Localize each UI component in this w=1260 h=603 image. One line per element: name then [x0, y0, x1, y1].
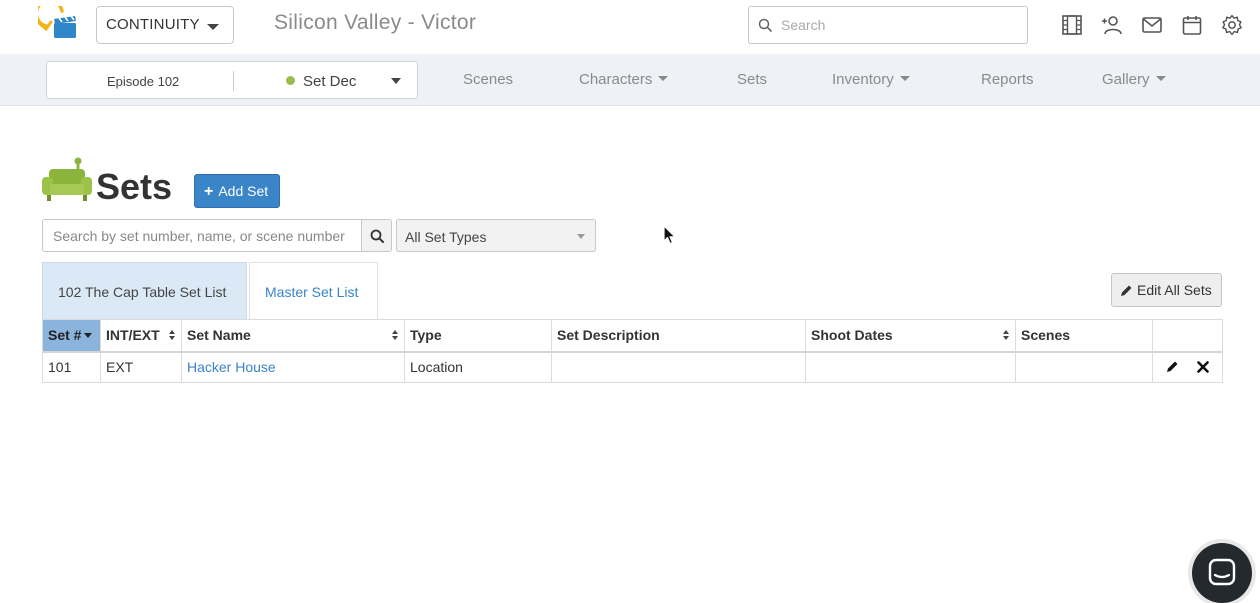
chat-launcher-button[interactable]: [1192, 543, 1252, 603]
cell-type: Location: [404, 351, 552, 383]
episode-label[interactable]: Episode 102: [107, 74, 179, 89]
column-label: Type: [410, 327, 442, 344]
cell-scenes: [1015, 351, 1153, 383]
add-user-icon[interactable]: [1101, 14, 1123, 36]
mail-icon[interactable]: [1141, 14, 1163, 36]
set-type-value: All Set Types: [405, 229, 487, 245]
nav-sets[interactable]: Sets: [737, 71, 767, 88]
column-header-set-description: Set Description: [551, 319, 806, 353]
column-header-actions: [1152, 319, 1223, 353]
edit-all-sets-label: Edit All Sets: [1137, 282, 1212, 298]
set-search-field[interactable]: [42, 219, 362, 252]
global-search[interactable]: [748, 6, 1028, 44]
plus-icon: +: [204, 183, 214, 200]
chevron-down-icon: [577, 234, 585, 239]
set-search-input[interactable]: [51, 227, 355, 245]
film-icon[interactable]: [1061, 14, 1083, 36]
set-name-link[interactable]: Hacker House: [187, 359, 276, 375]
set-search-button[interactable]: [361, 219, 392, 252]
nav-inventory-label: Inventory: [832, 71, 894, 88]
chevron-down-icon: [1155, 76, 1166, 81]
nav-sets-label: Sets: [737, 71, 768, 88]
cell-set-description: [551, 351, 806, 383]
delete-row-button[interactable]: [1197, 360, 1209, 376]
nav-reports-label: Reports: [981, 71, 1034, 88]
column-header-int-ext[interactable]: INT/EXT: [100, 319, 182, 353]
cell-set-name: Hacker House: [181, 351, 405, 383]
module-selector[interactable]: CONTINUITY: [96, 6, 234, 44]
secondary-nav: Episode 102 Set Dec Scenes Characters Se…: [0, 54, 1260, 106]
module-label: CONTINUITY: [106, 16, 200, 33]
table-row: 101 EXT Hacker House Location: [42, 351, 1223, 383]
chevron-down-icon[interactable]: [391, 78, 401, 84]
column-label: INT/EXT: [106, 327, 160, 344]
department-label[interactable]: Set Dec: [303, 73, 356, 90]
page-title: Sets: [96, 166, 173, 207]
divider: [233, 71, 234, 91]
nav-reports[interactable]: Reports: [981, 71, 1034, 88]
pencil-icon: [1167, 361, 1178, 372]
chevron-down-icon: [899, 76, 910, 81]
column-label: Scenes: [1021, 327, 1071, 344]
episode-department-selector[interactable]: Episode 102 Set Dec: [46, 61, 418, 99]
add-set-label: Add Set: [218, 183, 269, 199]
column-header-shoot-dates[interactable]: Shoot Dates: [805, 319, 1016, 353]
sort-icon: [392, 330, 398, 342]
column-label: Shoot Dates: [811, 327, 893, 344]
mouse-cursor-icon: [663, 225, 676, 245]
column-header-scenes: Scenes: [1015, 319, 1153, 353]
sets-table: Set # INT/EXT Set Name Type Set Descript…: [42, 319, 1223, 383]
sort-icon: [1003, 330, 1009, 342]
project-title: Silicon Valley - Victor: [274, 11, 477, 34]
nav-scenes-label: Scenes: [463, 71, 514, 88]
gear-icon[interactable]: [1221, 14, 1243, 36]
table-header-row: Set # INT/EXT Set Name Type Set Descript…: [42, 319, 1223, 353]
tab-episode-set-list-label: 102 The Cap Table Set List: [58, 284, 227, 300]
cell-int-ext: EXT: [100, 351, 182, 383]
chat-icon: [1208, 558, 1236, 586]
tab-episode-set-list[interactable]: 102 The Cap Table Set List: [42, 262, 247, 320]
nav-gallery-label: Gallery: [1102, 71, 1150, 88]
close-icon: [1197, 361, 1209, 373]
nav-inventory[interactable]: Inventory: [832, 71, 910, 88]
sort-desc-icon: [84, 333, 93, 339]
edit-all-sets-button[interactable]: Edit All Sets: [1111, 273, 1222, 307]
calendar-icon[interactable]: [1181, 14, 1203, 36]
tab-master-set-list-label: Master Set List: [265, 284, 359, 300]
column-label: Set #: [48, 327, 82, 344]
column-label: Set Name: [187, 327, 251, 344]
cell-set-number: 101: [42, 351, 101, 383]
nav-characters[interactable]: Characters: [579, 71, 669, 88]
column-header-type: Type: [404, 319, 552, 353]
chevron-down-icon: [207, 24, 219, 30]
nav-gallery[interactable]: Gallery: [1102, 71, 1166, 88]
search-icon: [370, 229, 384, 243]
set-type-select[interactable]: All Set Types: [396, 219, 596, 252]
nav-characters-label: Characters: [579, 71, 653, 88]
sofa-icon: [42, 157, 92, 201]
add-set-button[interactable]: + Add Set: [194, 174, 280, 208]
column-header-set-number[interactable]: Set #: [42, 319, 101, 353]
pencil-icon: [1121, 285, 1132, 296]
sort-icon: [169, 330, 175, 342]
top-bar: CONTINUITY Silicon Valley - Victor: [0, 0, 1260, 54]
chevron-down-icon: [658, 76, 669, 81]
edit-row-button[interactable]: [1166, 360, 1179, 376]
search-icon: [758, 18, 772, 32]
tab-master-set-list[interactable]: Master Set List: [249, 262, 378, 320]
nav-scenes[interactable]: Scenes: [463, 71, 513, 88]
cell-row-actions: [1152, 351, 1223, 383]
department-status-dot: [286, 76, 295, 85]
column-header-set-name[interactable]: Set Name: [181, 319, 405, 353]
cell-shoot-dates: [805, 351, 1016, 383]
column-label: Set Description: [557, 327, 660, 344]
app-logo-icon[interactable]: [34, 0, 78, 42]
global-search-input[interactable]: [779, 15, 1019, 35]
